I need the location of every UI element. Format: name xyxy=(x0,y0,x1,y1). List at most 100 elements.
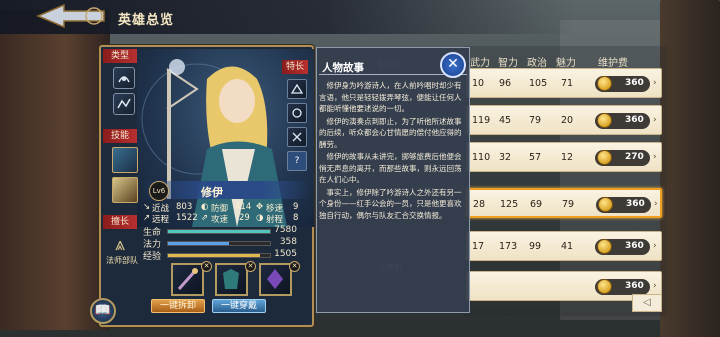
cell-charm: 12 xyxy=(561,152,574,163)
chevron-right-icon: › xyxy=(653,152,657,162)
trait-icon-2[interactable] xyxy=(287,103,307,123)
defense-icon: ◐ xyxy=(201,202,209,212)
hp-bar xyxy=(167,229,271,234)
coin-icon xyxy=(597,113,612,128)
fee-value: 360 xyxy=(625,281,644,291)
table-row[interactable]: 17 173 99 41 360 › xyxy=(466,231,662,261)
cell-charm: 41 xyxy=(561,241,574,252)
remove-armor-icon[interactable]: ✕ xyxy=(245,261,256,272)
fee-value: 270 xyxy=(625,152,644,162)
cell-politics: 69 xyxy=(530,199,543,210)
type-icon-2[interactable] xyxy=(113,93,135,115)
skill-icon-book[interactable] xyxy=(112,177,138,203)
unequip-all-button[interactable]: 一键拆卸 xyxy=(151,299,205,313)
defense-value: 414 xyxy=(235,202,252,212)
cell-force: 110 xyxy=(472,152,491,163)
close-icon[interactable]: ✕ xyxy=(440,52,466,78)
cell-politics: 79 xyxy=(529,115,542,126)
range-label: 射程 xyxy=(266,215,284,225)
trait-icon-3[interactable] xyxy=(287,127,307,147)
equip-slot-armor[interactable] xyxy=(215,263,248,296)
type-label: 类型 xyxy=(103,49,137,63)
book-icon[interactable]: 📖 xyxy=(90,298,116,324)
ranged-label: 远程 xyxy=(152,215,170,225)
cell-intel: 96 xyxy=(499,78,512,89)
story-title: 人物故事 xyxy=(322,62,364,74)
equip-slot-weapon[interactable] xyxy=(171,263,204,296)
coin-icon xyxy=(597,279,612,294)
table-row[interactable]: 10 96 105 71 360 › xyxy=(466,68,662,98)
exp-label: 经验 xyxy=(143,252,162,262)
col-fee[interactable]: 维护费 xyxy=(598,54,628,69)
chevron-right-icon: › xyxy=(653,115,657,125)
mana-bar-fill xyxy=(168,242,230,245)
hp-value: 7580 xyxy=(274,225,297,235)
background-building-left xyxy=(0,10,110,330)
col-politics[interactable]: 政治 xyxy=(527,54,547,69)
trait-label: 特长 xyxy=(282,60,308,74)
atk-speed-label: 攻速 xyxy=(211,215,229,225)
type-icon-1[interactable] xyxy=(113,67,135,89)
fee-value: 360 xyxy=(625,241,644,251)
fee-value: 360 xyxy=(626,199,645,209)
coin-icon xyxy=(597,76,612,91)
chevron-right-icon: › xyxy=(653,241,657,251)
col-intel[interactable]: 智力 xyxy=(498,54,518,69)
resource-bars: 生命 7580 法力 358 经验 1505 xyxy=(143,225,303,262)
table-row[interactable]: 110 32 57 12 270 › xyxy=(466,142,662,172)
story-panel: 人物故事 修伊身为吟游诗人，在人前吟唱时却少有言语，他只是轻轻拨弄琴弦，便能让任… xyxy=(316,47,470,313)
back-button[interactable] xyxy=(34,2,110,30)
page-back-button[interactable]: ◁ xyxy=(632,294,662,312)
skill-label: 技能 xyxy=(103,129,137,143)
hp-bar-fill xyxy=(168,230,270,233)
coin-icon xyxy=(597,239,612,254)
melee-icon: ↘ xyxy=(143,202,151,212)
skill-icon-1[interactable] xyxy=(112,147,138,173)
cell-force: 28 xyxy=(473,199,486,210)
story-text: 修伊身为吟游诗人，在人前吟唱时却少有言语，他只是轻轻拨弄琴弦，便能让任何人都能听… xyxy=(319,80,467,222)
range-value: 8 xyxy=(293,213,299,223)
melee-value: 803 xyxy=(176,202,193,212)
cell-intel: 173 xyxy=(499,241,518,252)
background-building-right xyxy=(660,0,720,337)
story-paragraph: 事实上，修伊除了吟游诗人之外还有另一个身份——红手公会的一员，只是他更喜欢独自行… xyxy=(319,187,462,220)
hero-card: 类型 技能 擅长 ⩓ 法师部队 特长 ? Lv6 修伊 ↘ 近战 803 ◐ 防… xyxy=(99,45,314,327)
table-row[interactable]: 119 45 79 20 360 › xyxy=(466,105,662,135)
remove-accessory-icon[interactable]: ✕ xyxy=(289,261,300,272)
cell-force: 119 xyxy=(472,115,491,126)
col-charm[interactable]: 魅力 xyxy=(556,54,576,69)
move-icon: ✥ xyxy=(256,202,264,212)
cell-intel: 125 xyxy=(500,199,519,210)
story-paragraph: 修伊身为吟游诗人，在人前吟唱时却少有言语，他只是轻轻拨弄琴弦，便能让任何人都能听… xyxy=(319,81,462,113)
equip-all-button[interactable]: 一键穿戴 xyxy=(212,299,266,313)
chevron-right-icon: › xyxy=(653,78,657,88)
remove-weapon-icon[interactable]: ✕ xyxy=(201,261,212,272)
move-value: 9 xyxy=(293,202,299,212)
exp-row: 经验 1505 xyxy=(143,249,303,262)
table-row[interactable]: 28 125 69 79 360 › xyxy=(466,188,662,218)
cell-intel: 32 xyxy=(499,152,512,163)
hero-name: 修伊 xyxy=(201,186,223,199)
cell-intel: 45 xyxy=(499,115,512,126)
atk-speed-value: 29 xyxy=(239,213,250,223)
exp-bar-fill xyxy=(168,254,260,257)
story-paragraph: 修伊的故事从未讲完，掷够旅费后他便会悄无声息的离开，而那些故事，则永远回荡在人们… xyxy=(319,152,462,184)
col-force[interactable]: 武力 xyxy=(470,54,490,69)
cell-force: 17 xyxy=(472,241,485,252)
cell-charm: 79 xyxy=(562,199,575,210)
specialty-label: 擅长 xyxy=(103,215,137,229)
help-icon[interactable]: ? xyxy=(287,151,307,171)
page-title: 英雄总览 xyxy=(118,13,175,28)
unit-type-label: 法师部队 xyxy=(106,256,138,265)
back-arrow-icon xyxy=(36,3,105,29)
story-paragraph: 修伊的演奏点到即止，为了听他所述故事的后续，听众都会心甘情愿的偿付他应得的酬劳。 xyxy=(319,116,462,149)
trait-icon-1[interactable] xyxy=(287,79,307,99)
mana-bar xyxy=(167,241,271,246)
exp-bar xyxy=(167,253,271,258)
coin-icon xyxy=(597,150,612,165)
fee-value: 360 xyxy=(625,115,644,125)
equip-slot-accessory[interactable] xyxy=(259,263,292,296)
cell-charm: 71 xyxy=(561,78,574,89)
hp-row: 生命 7580 xyxy=(143,225,303,238)
coin-icon xyxy=(598,197,613,212)
